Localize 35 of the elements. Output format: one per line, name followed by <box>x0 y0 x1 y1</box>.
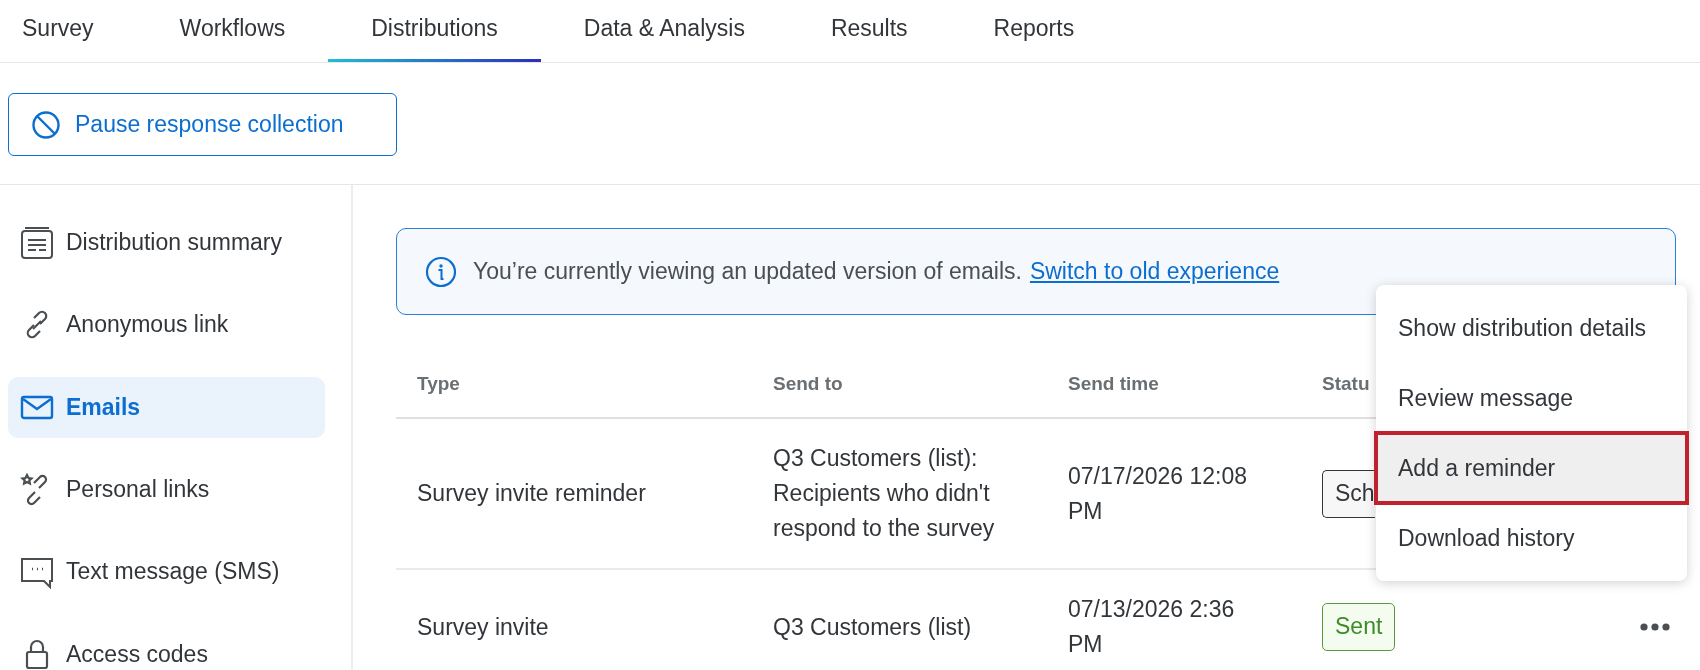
sidebar-item[interactable]: Distribution summary <box>8 212 325 274</box>
prohibited-icon <box>31 109 61 140</box>
table-cell-text: Q3 Customers (list) <box>773 612 973 642</box>
sidebar-item[interactable]: Text message (SMS) <box>8 541 325 603</box>
table-cell: Survey invite reminder <box>417 480 646 506</box>
menu-item[interactable]: Add a reminder <box>1376 433 1687 503</box>
sidebar-item[interactable]: Anonymous link <box>8 294 325 356</box>
nav-tab[interactable]: Distributions <box>328 0 541 62</box>
table-cell-text: 07/17/2026 12:08 PM <box>1068 461 1249 526</box>
table-cell: Survey invite <box>417 613 549 640</box>
more-icon[interactable] <box>1640 623 1670 631</box>
menu-item[interactable]: Show distribution details <box>1376 293 1687 363</box>
menu-item[interactable]: Review message <box>1376 363 1687 433</box>
nav-tab[interactable]: Data & Analysis <box>540 0 788 62</box>
menu-item[interactable]: Download history <box>1376 503 1687 573</box>
column-header: Send to <box>772 373 844 395</box>
pause-button[interactable]: Pause response collection <box>8 93 397 156</box>
switch-link[interactable]: Switch to old experience <box>1029 258 1280 285</box>
sidebar-item[interactable]: Access codes <box>8 623 325 670</box>
status-badge: Sent <box>1322 603 1396 651</box>
table-cell-text: 07/13/2026 2:36 PM <box>1068 595 1236 659</box>
nav-tab[interactable]: Workflows <box>136 0 329 62</box>
banner-message: You’re currently viewing an updated version of emails. <box>473 258 1022 285</box>
nav-tab[interactable]: Results <box>787 0 951 62</box>
status-badge: Sch <box>1322 469 1375 518</box>
info-icon <box>425 255 457 288</box>
nav-tab[interactable]: Reports <box>950 0 1118 62</box>
sidebar-item[interactable]: Emails <box>8 376 325 438</box>
column-header: Type <box>416 373 461 395</box>
nav-tab[interactable]: Survey <box>0 0 137 62</box>
column-header: Statu <box>1321 373 1371 395</box>
table-cell-text: Q3 Customers (list): Recipients who didn't respond to the survey <box>773 444 996 543</box>
column-header: Send time <box>1067 373 1160 395</box>
sidebar-item[interactable]: Personal links <box>8 459 325 521</box>
document-icon <box>20 225 54 260</box>
